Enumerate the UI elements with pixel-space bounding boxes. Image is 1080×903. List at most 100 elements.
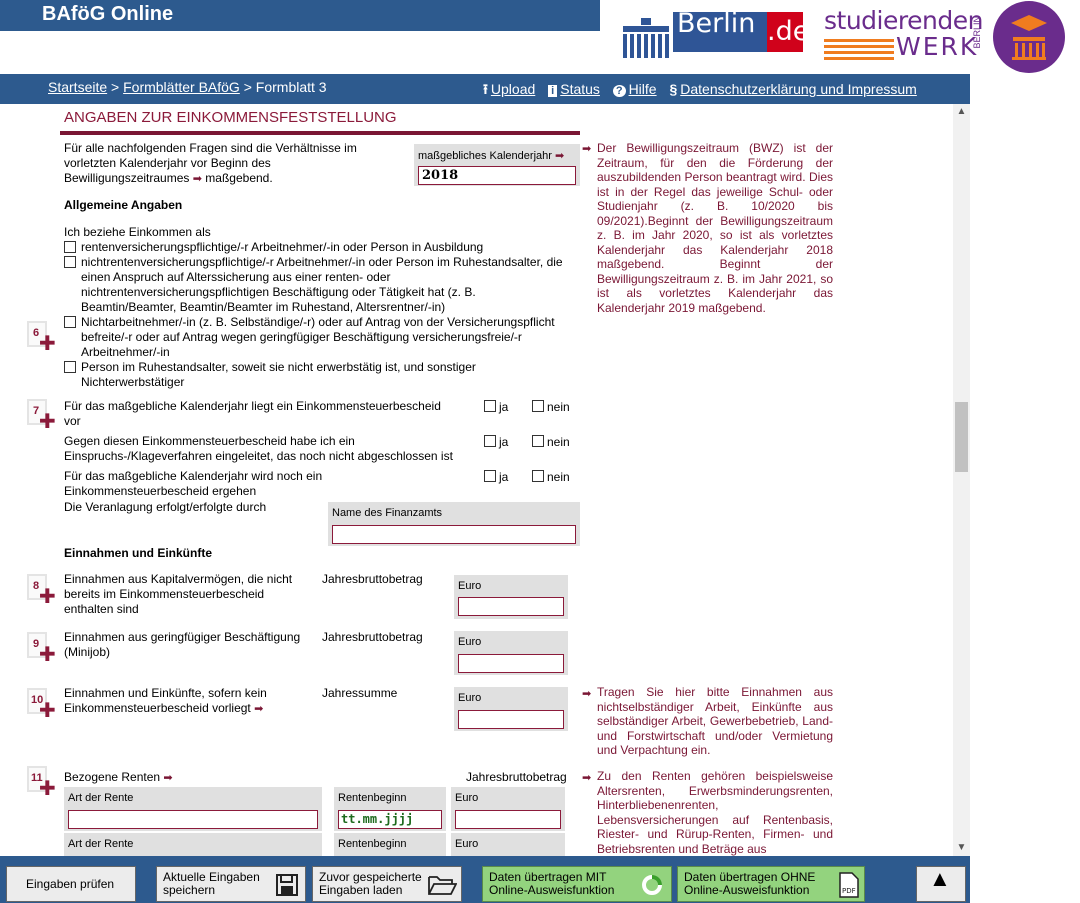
veranlagung-label: Die Veranlagung erfolgt/erfolgte durch — [64, 500, 267, 514]
nein-checkbox[interactable] — [532, 400, 544, 412]
option-checkbox[interactable] — [64, 256, 76, 268]
breadcrumb: Startseite > Formblätter BAföG > Formbla… — [48, 79, 327, 95]
info-icon: i — [548, 85, 558, 97]
rente-euro-box: Euro — [451, 787, 565, 831]
option-checkbox[interactable] — [64, 361, 76, 373]
studierendenwerk-logo[interactable]: studierenden WERK BERLIN — [824, 6, 984, 66]
einnahmen-heading: Einnahmen und Einkünfte — [64, 546, 213, 560]
app-title: BAföG Online — [42, 3, 174, 25]
datenschutz-link[interactable]: § Datenschutzerklärung und Impressum — [669, 81, 916, 97]
info-arrow-icon[interactable]: ➡ — [254, 703, 263, 715]
navigation-bar: Startseite > Formblätter BAföG > Formbla… — [0, 74, 970, 104]
intro-text: Für alle nachfolgenden Fragen sind die V… — [64, 141, 357, 185]
scroll-up-icon[interactable]: ▲ — [953, 106, 970, 117]
question-einspruch: Gegen diesen Einkommensteuerbescheid hab… — [64, 434, 453, 463]
kein-bescheid-euro-field[interactable] — [458, 710, 564, 729]
plus-icon: ✚ — [39, 411, 56, 433]
eingaben-speichern-button[interactable]: Aktuelle Eingaben speichern — [156, 866, 306, 902]
plus-icon: ✚ — [39, 644, 56, 666]
kapital-euro-field[interactable] — [458, 597, 564, 616]
rente-euro-box-2: Euro — [451, 833, 565, 856]
eingaben-laden-button[interactable]: Zuvor gespeicherte Eingaben laden — [312, 866, 462, 902]
bwz-note: Der Bewilligungszeitraum (BWZ) ist der Z… — [597, 141, 833, 315]
ja-option[interactable]: ja — [484, 435, 508, 449]
info-arrow-icon[interactable]: ➡ — [163, 772, 172, 784]
jahressumme-label: Jahressumme — [322, 686, 398, 700]
option-row[interactable]: nichtrentenversicherungspflichtige/-r Ar… — [64, 255, 584, 315]
title-rule — [60, 131, 580, 135]
plus-icon: ✚ — [39, 586, 56, 608]
nein-checkbox[interactable] — [532, 470, 544, 482]
open-folder-icon — [428, 876, 457, 895]
ja-option[interactable]: ja — [484, 470, 508, 484]
info-arrow-icon[interactable]: ➡ — [193, 173, 202, 185]
nein-checkbox[interactable] — [532, 435, 544, 447]
option-checkbox[interactable] — [64, 241, 76, 253]
nein-option[interactable]: nein — [532, 400, 570, 414]
field-number-11[interactable]: 11 ✚ — [25, 766, 59, 800]
field-number-8[interactable]: 8 ✚ — [25, 574, 59, 608]
scroll-down-icon[interactable]: ▼ — [953, 842, 970, 853]
daten-uebertragen-mit-button[interactable]: Daten übertragen MIT Online-Ausweisfunkti… — [482, 866, 672, 902]
berlin-logo-tld: .de — [767, 16, 810, 47]
field-number-7[interactable]: 7 ✚ — [25, 399, 59, 433]
graduation-building-icon — [1011, 15, 1047, 60]
status-link[interactable]: i Status — [548, 81, 600, 97]
upload-link[interactable]: ⭱ Upload — [483, 81, 535, 97]
art-der-rente-field[interactable] — [68, 810, 318, 829]
vertical-scrollbar[interactable]: ▲ ▼ — [953, 104, 970, 856]
form-content: ANGABEN ZUR EINKOMMENSFESTSTELLUNG Für a… — [0, 104, 970, 856]
save-disk-icon — [276, 874, 298, 896]
nein-option[interactable]: nein — [532, 470, 570, 484]
breadcrumb-link[interactable]: Formblätter BAföG — [123, 79, 240, 95]
breadcrumb-link[interactable]: Startseite — [48, 79, 107, 95]
nein-option[interactable]: nein — [532, 435, 570, 449]
question-noch-bescheid: Für das maßgebliche Kalenderjahr wird no… — [64, 469, 323, 498]
hilfe-link[interactable]: ? Hilfe — [612, 81, 657, 97]
scroll-to-top-button[interactable]: ▲ — [916, 866, 966, 902]
kalenderjahr-field[interactable]: 2018 — [418, 166, 576, 185]
ja-checkbox[interactable] — [484, 435, 496, 447]
info-arrow-icon[interactable]: ➡ — [582, 770, 591, 784]
pdf-file-icon: PDF — [839, 872, 859, 898]
daten-uebertragen-ohne-button[interactable]: Daten übertragen OHNE Online-Ausweisfunkt… — [677, 866, 865, 902]
option-row[interactable]: rentenversicherungspflichtige/-r Arbeitn… — [64, 240, 584, 255]
breadcrumb-text: > — [107, 79, 124, 95]
eingaben-pruefen-button[interactable]: Eingaben prüfen — [6, 866, 136, 902]
finanzamt-field[interactable] — [332, 525, 576, 544]
finanzamt-box: Name des Finanzamts — [328, 502, 580, 546]
minijob-label: Einnahmen aus geringfügiger Beschäftigun… — [64, 630, 301, 659]
section-title: ANGABEN ZUR EINKOMMENSFESTSTELLUNG — [64, 109, 397, 126]
rentenbeginn-box: Rentenbeginn tt.mm.jjjj — [334, 787, 446, 831]
field-number-10[interactable]: 10 ✚ — [25, 688, 59, 722]
svg-text:PDF: PDF — [842, 887, 856, 895]
online-ausweis-icon — [642, 875, 662, 895]
minijob-euro-field[interactable] — [458, 654, 564, 673]
field-number-6[interactable]: 6 ✚ — [25, 321, 59, 355]
section-sign-icon: § — [669, 81, 678, 97]
option-row[interactable]: Nichtarbeitnehmer/-in (z. B. Selbständig… — [64, 315, 584, 360]
info-arrow-icon[interactable]: ➡ — [582, 141, 591, 155]
option-checkbox[interactable] — [64, 316, 76, 328]
studierendenwerk-emblem-icon — [993, 1, 1065, 73]
rentenbeginn-field[interactable]: tt.mm.jjjj — [338, 810, 442, 829]
renten-note: Zu den Renten gehören beispielsweise Alt… — [597, 769, 833, 856]
ja-option[interactable]: ja — [484, 400, 508, 414]
berlin-de-logo[interactable]: Berlin .de — [621, 8, 810, 60]
art-der-rente-box-2: Art der Rente — [64, 833, 322, 856]
field-number-9[interactable]: 9 ✚ — [25, 632, 59, 666]
info-arrow-icon[interactable]: ➡ — [555, 150, 564, 162]
kapital-label: Einnahmen aus Kapitalvermögen, die nicht… — [64, 572, 293, 616]
breadcrumb-text: > — [239, 79, 256, 95]
question-steuerbescheid: Für das maßgebliche Kalenderjahr liegt e… — [64, 399, 441, 428]
ja-checkbox[interactable] — [484, 400, 496, 412]
rente-euro-field[interactable] — [455, 810, 561, 829]
option-row[interactable]: Person im Ruhestandsalter, soweit sie ni… — [64, 360, 584, 390]
ja-checkbox[interactable] — [484, 470, 496, 482]
info-arrow-icon[interactable]: ➡ — [582, 686, 591, 700]
berlin-logo-text: Berlin — [677, 8, 756, 39]
plus-icon: ✚ — [39, 333, 56, 355]
breadcrumb-text: Formblatt 3 — [255, 79, 327, 95]
jahresbrutto-label: Jahresbruttobetrag — [466, 770, 567, 784]
scroll-thumb[interactable] — [955, 402, 968, 472]
